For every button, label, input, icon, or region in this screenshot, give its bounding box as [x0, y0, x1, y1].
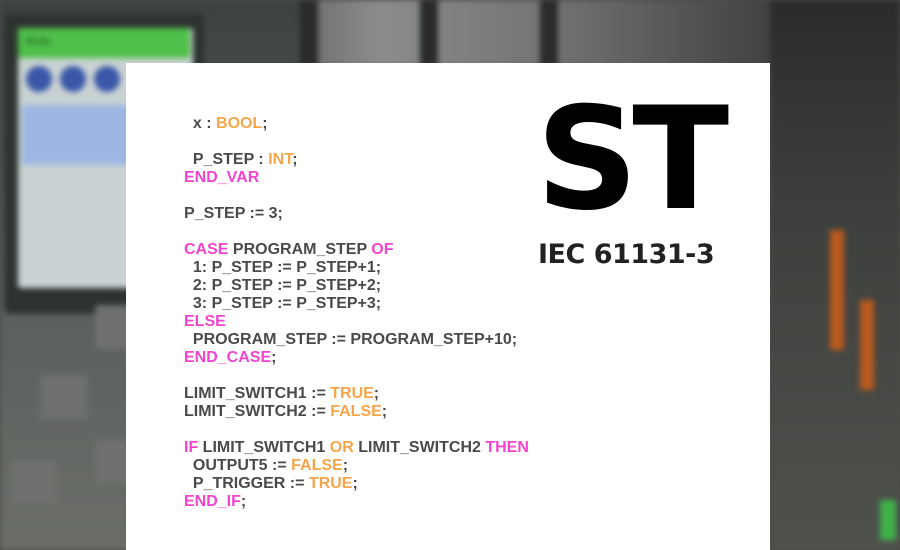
code-line: ELSE	[184, 313, 529, 331]
code-text: P_TRIGGER :=	[184, 475, 309, 492]
info-icon	[26, 66, 52, 92]
plc-key	[10, 460, 58, 504]
code-card: x : BOOL; P_STEP : INT; END_VAR P_STEP := …	[126, 63, 770, 550]
code-keyword: IF	[184, 439, 199, 456]
plc-key	[40, 375, 88, 419]
code-text: x :	[184, 115, 217, 132]
code-keyword: THEN	[485, 439, 529, 456]
code-line: P_TRIGGER := TRUE;	[184, 475, 529, 493]
rack-slot	[420, 0, 438, 66]
code-line: OUTPUT5 := FALSE;	[184, 457, 529, 475]
orange-terminal	[830, 230, 844, 350]
code-text: LIMIT_SWITCH2	[353, 439, 486, 456]
code-text: LIMIT_SWITCH2 :=	[184, 403, 331, 420]
tool-icon	[94, 66, 120, 92]
code-literal: OR	[329, 439, 354, 456]
code-line: LIMIT_SWITCH1 := TRUE;	[184, 385, 529, 403]
code-line: x : BOOL;	[184, 115, 529, 133]
code-text: ;	[352, 475, 358, 492]
code-text: ;	[292, 151, 298, 168]
code-text: 3: P_STEP := P_STEP+3;	[184, 295, 382, 312]
plc-display-label: RUN	[26, 36, 50, 48]
code-text: LIMIT_SWITCH1 :=	[184, 385, 331, 402]
code-literal: TRUE	[330, 385, 374, 402]
rack-slot	[300, 0, 318, 66]
code-keyword: END_IF	[184, 493, 241, 510]
code-keyword: OF	[371, 241, 394, 258]
code-line: CASE PROGRAM_STEP OF	[184, 241, 529, 259]
settings-icon	[60, 66, 86, 92]
code-literal: FALSE	[291, 457, 343, 474]
code-literal: FALSE	[330, 403, 382, 420]
code-literal: BOOL	[216, 115, 263, 132]
code-text: 1: P_STEP := P_STEP+1;	[184, 259, 382, 276]
code-keyword: END_VAR	[184, 169, 260, 186]
code-text: ;	[262, 115, 268, 132]
code-text: OUTPUT5 :=	[184, 457, 292, 474]
code-text: P_STEP :	[184, 151, 269, 168]
code-text: ;	[271, 349, 277, 366]
orange-terminal	[860, 300, 874, 390]
code-line: 1: P_STEP := P_STEP+1;	[184, 259, 529, 277]
code-line: END_VAR	[184, 169, 529, 187]
code-text: ;	[373, 385, 380, 402]
code-keyword: END_CASE	[184, 349, 272, 366]
code-text: ;	[381, 403, 388, 420]
code-literal: INT	[268, 151, 293, 168]
code-literal: TRUE	[308, 475, 353, 492]
page-title: ST	[536, 77, 729, 242]
standard-subtitle: IEC 61131-3	[538, 239, 715, 270]
code-line: P_STEP : INT;	[184, 151, 529, 169]
code-text: P_STEP := 3;	[184, 205, 283, 222]
code-text: PROGRAM_STEP	[228, 241, 372, 258]
st-code-listing: x : BOOL; P_STEP : INT; END_VAR P_STEP := …	[184, 115, 529, 511]
code-text: LIMIT_SWITCH1	[198, 439, 330, 456]
code-line: END_IF;	[184, 493, 529, 511]
code-line: PROGRAM_STEP := PROGRAM_STEP+10;	[184, 331, 529, 349]
code-text: ;	[342, 457, 349, 474]
green-terminal	[880, 500, 896, 540]
rack-slot	[540, 0, 558, 66]
code-line: END_CASE;	[184, 349, 529, 367]
code-line: LIMIT_SWITCH2 := FALSE;	[184, 403, 529, 421]
code-text: PROGRAM_STEP := PROGRAM_STEP+10;	[184, 331, 518, 348]
code-text: 2: P_STEP := P_STEP+2;	[184, 277, 382, 294]
code-keyword: ELSE	[184, 313, 226, 330]
code-line: 3: P_STEP := P_STEP+3;	[184, 295, 529, 313]
code-keyword: CASE	[184, 241, 229, 258]
code-text: ;	[240, 493, 247, 510]
code-line: IF LIMIT_SWITCH1 OR LIMIT_SWITCH2 THEN	[184, 439, 529, 457]
code-line: P_STEP := 3;	[184, 205, 529, 223]
code-line: 2: P_STEP := P_STEP+2;	[184, 277, 529, 295]
